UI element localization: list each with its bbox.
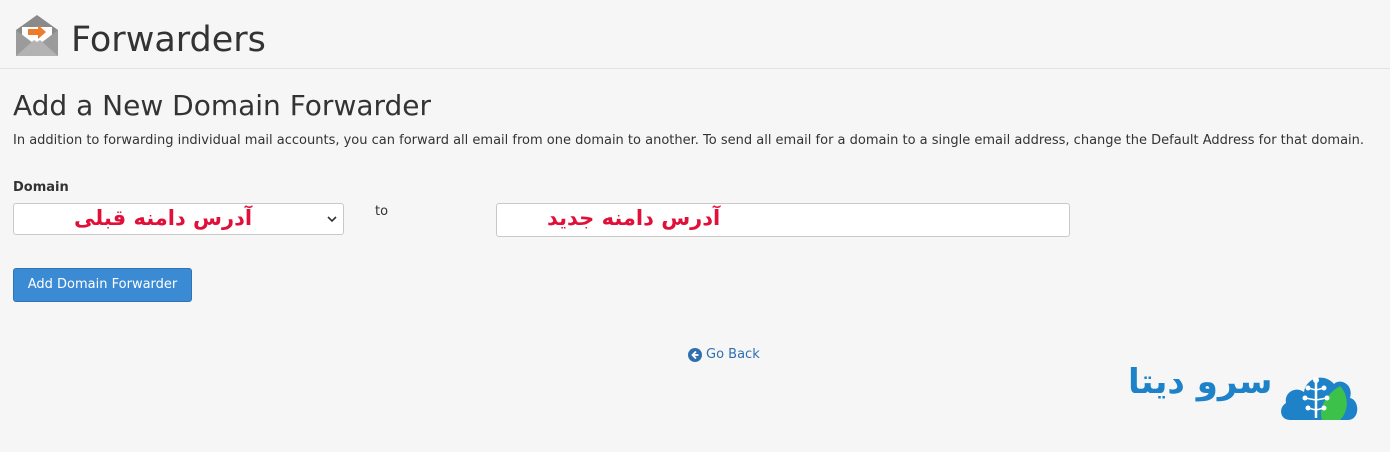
add-domain-forwarder-button[interactable]: Add Domain Forwarder [13,268,192,302]
to-label: to [375,204,389,219]
domain-annotation: آدرس دامنه قبلی [74,206,253,230]
domain-select[interactable]: آدرس دامنه قبلی [13,203,344,235]
chevron-down-icon [327,216,337,223]
domain-label: Domain [13,180,69,195]
brand-logo-icon [1281,377,1358,420]
page-header: Forwarders [0,0,1390,69]
section-description: In addition to forwarding individual mai… [13,133,1365,148]
page-title: Forwarders [71,20,266,60]
go-back-label: Go Back [706,347,760,362]
brand-name: سرو دیتا [1128,362,1273,402]
go-back-link[interactable]: Go Back [688,347,760,362]
back-arrow-icon [688,347,702,362]
mail-forward-icon [16,15,58,56]
destination-annotation: آدرس دامنه جدید [547,206,721,230]
section-title: Add a New Domain Forwarder [13,89,432,122]
destination-domain-input[interactable]: آدرس دامنه جدید [496,203,1070,237]
